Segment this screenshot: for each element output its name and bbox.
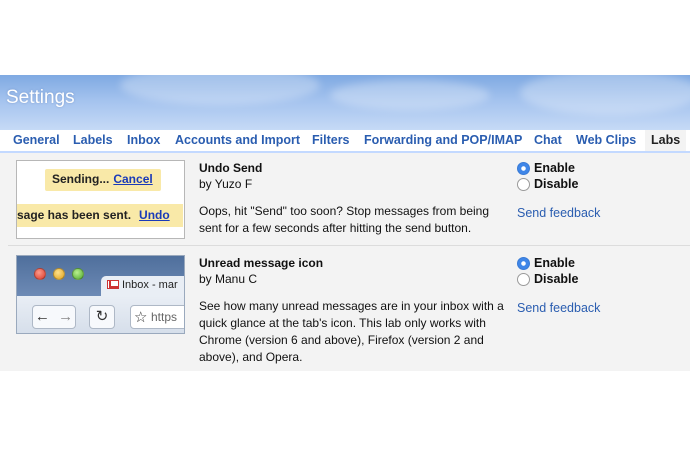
disable-label: Disable xyxy=(534,272,579,286)
enable-option[interactable]: Enable xyxy=(517,161,575,175)
zoom-dot-icon xyxy=(72,268,84,280)
disable-radio[interactable] xyxy=(517,177,530,191)
enable-label: Enable xyxy=(534,256,575,270)
disable-option[interactable]: Disable xyxy=(517,177,578,191)
back-arrow-icon: ← xyxy=(34,308,50,325)
sending-text: Sending... xyxy=(52,172,110,186)
tab-forwarding-pop-imap[interactable]: Forwarding and POP/IMAP xyxy=(364,133,522,147)
sent-text: sage has been sent. xyxy=(17,208,132,222)
settings-window: Settings General Labels Inbox Accounts a… xyxy=(0,0,690,460)
unread-icon-thumbnail: Inbox - mar ← → ↻ ☆ https xyxy=(16,255,185,334)
close-dot-icon xyxy=(34,268,46,280)
browser-toolbar: ← → ↻ ☆ https xyxy=(17,296,184,333)
send-feedback-link[interactable]: Send feedback xyxy=(517,206,600,220)
undo-send-thumbnail: Sending... Cancel sage has been sent. Undo xyxy=(16,160,185,239)
enable-radio[interactable] xyxy=(517,256,530,270)
disable-label: Disable xyxy=(534,177,579,191)
browser-tab-text: Inbox - mar xyxy=(122,279,178,291)
tab-filters[interactable]: Filters xyxy=(312,133,350,147)
lab-author: by Manu C xyxy=(199,272,258,286)
tab-chat[interactable]: Chat xyxy=(534,133,562,147)
settings-header: Settings xyxy=(0,75,690,130)
labs-panel: Sending... Cancel sage has been sent. Undo… xyxy=(0,153,690,371)
enable-radio[interactable] xyxy=(517,161,530,175)
tab-inbox[interactable]: Inbox xyxy=(127,133,160,147)
lab-description: See how many unread messages are in your… xyxy=(199,299,504,364)
gmail-icon xyxy=(107,280,119,289)
sending-notice: Sending... Cancel xyxy=(45,169,161,191)
tab-labels[interactable]: Labels xyxy=(73,133,113,147)
enable-option[interactable]: Enable xyxy=(517,256,575,270)
lab-author: by Yuzo F xyxy=(199,177,253,191)
lab-title-unread-icon: Unread message icon xyxy=(199,256,324,270)
address-bar: ☆ https xyxy=(130,305,184,329)
undo-link: Undo xyxy=(139,208,170,222)
tab-general[interactable]: General xyxy=(13,133,60,147)
page-title: Settings xyxy=(6,87,75,108)
tab-labs[interactable]: Labs xyxy=(645,130,687,152)
forward-arrow-icon: → xyxy=(58,308,74,325)
disable-option[interactable]: Disable xyxy=(517,272,578,286)
tab-accounts-and-import[interactable]: Accounts and Import xyxy=(175,133,300,147)
url-text: https xyxy=(151,310,178,324)
enable-label: Enable xyxy=(534,161,575,175)
browser-tab: Inbox - mar xyxy=(101,276,184,296)
lab-title-undo-send: Undo Send xyxy=(199,161,263,175)
star-icon: ☆ xyxy=(134,309,148,326)
reload-icon: ↻ xyxy=(89,305,115,329)
lab-divider xyxy=(8,245,690,246)
back-forward-buttons: ← → xyxy=(32,305,76,329)
settings-tabs: General Labels Inbox Accounts and Import… xyxy=(0,130,690,152)
lab-description: Oops, hit "Send" too soon? Stop messages… xyxy=(199,204,490,235)
send-feedback-link[interactable]: Send feedback xyxy=(517,301,600,315)
tab-web-clips[interactable]: Web Clips xyxy=(576,133,636,147)
minimize-dot-icon xyxy=(53,268,65,280)
browser-titlebar: Inbox - mar xyxy=(17,256,184,296)
disable-radio[interactable] xyxy=(517,272,530,286)
cancel-link: Cancel xyxy=(113,172,153,186)
sent-notice: sage has been sent. Undo xyxy=(17,204,183,227)
